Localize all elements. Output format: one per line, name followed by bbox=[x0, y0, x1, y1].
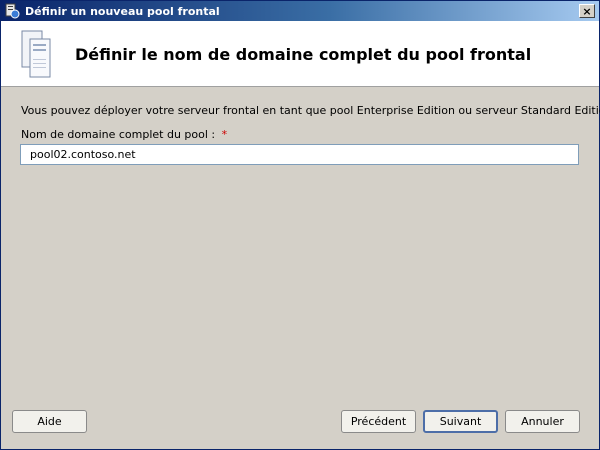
server-icon bbox=[19, 29, 53, 79]
wizard-dialog: Définir un nouveau pool frontal × Défini… bbox=[0, 0, 600, 450]
description-text: Vous pouvez déployer votre serveur front… bbox=[21, 104, 600, 117]
required-marker: * bbox=[221, 128, 228, 141]
help-button[interactable]: Aide bbox=[12, 410, 87, 433]
app-icon bbox=[4, 3, 20, 19]
window-title: Définir un nouveau pool frontal bbox=[25, 4, 220, 18]
fqdn-input[interactable] bbox=[20, 144, 579, 165]
title-bar[interactable]: Définir un nouveau pool frontal × bbox=[1, 1, 599, 21]
cancel-button[interactable]: Annuler bbox=[505, 410, 580, 433]
close-button[interactable]: × bbox=[579, 4, 595, 18]
next-button[interactable]: Suivant bbox=[423, 410, 498, 433]
previous-button[interactable]: Précédent bbox=[341, 410, 416, 433]
page-title: Définir le nom de domaine complet du poo… bbox=[75, 45, 532, 64]
header-band: Définir le nom de domaine complet du poo… bbox=[1, 21, 599, 87]
fqdn-label: Nom de domaine complet du pool : * bbox=[21, 128, 227, 141]
close-icon: × bbox=[582, 4, 592, 18]
fqdn-label-text: Nom de domaine complet du pool : bbox=[21, 128, 216, 141]
